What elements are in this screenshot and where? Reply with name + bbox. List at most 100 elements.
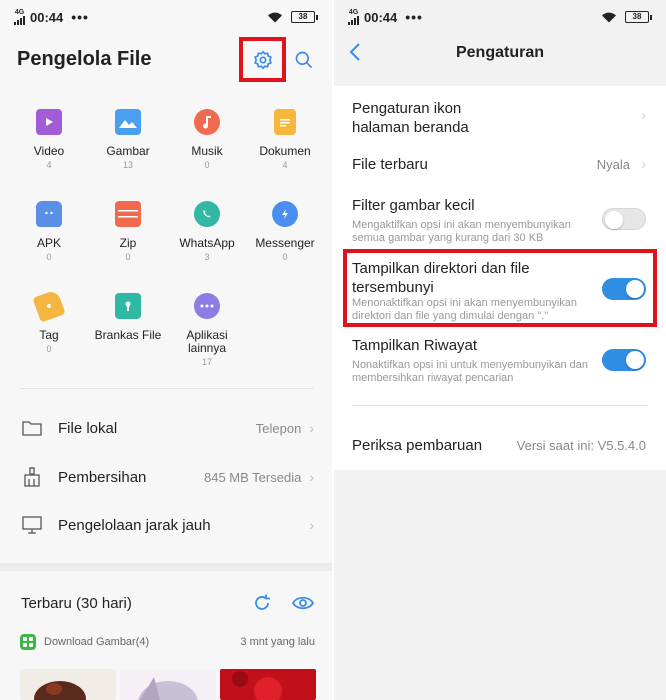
recent-item-time: 3 mnt yang lalu <box>240 636 315 648</box>
category-label: WhatsApp <box>179 236 235 250</box>
highlight-annotation <box>343 249 657 327</box>
category-zip[interactable]: Zip 0 <box>88 201 168 262</box>
category-label: Gambar <box>106 144 150 158</box>
safe-icon <box>115 293 141 319</box>
setting-show-history: Tampilkan Riwayat Nonaktifkan opsi ini u… <box>334 332 666 394</box>
category-safe[interactable]: Brankas File <box>88 293 168 342</box>
setting-label: Periksa pembaruan <box>352 437 483 454</box>
nav-remote-management[interactable]: Pengelolaan jarak jauh › <box>0 505 332 545</box>
category-video[interactable]: Video 4 <box>9 109 89 170</box>
category-label: Brankas File <box>94 328 162 342</box>
divider <box>20 388 314 389</box>
setting-label: Filter gambar kecil <box>352 197 475 214</box>
setting-description: Nonaktifkan opsi ini untuk menyembunyika… <box>352 359 589 384</box>
battery-icon: 38 <box>625 11 652 23</box>
nav-value: 845 MB Tersedia <box>204 469 302 485</box>
page-title: Pengelola File <box>17 48 152 70</box>
nav-local-files[interactable]: File lokal Telepon › <box>0 408 332 448</box>
chevron-right-icon: › <box>309 420 314 436</box>
eye-icon <box>291 596 315 610</box>
refresh-icon <box>255 594 270 610</box>
tag-icon <box>32 289 66 323</box>
category-count: 0 <box>46 252 52 262</box>
refresh-button[interactable] <box>252 593 272 618</box>
screenshot-root: 4G 00:44 ••• 38 Pengelola File Video 4 G… <box>0 0 666 700</box>
section-gap <box>0 563 332 571</box>
image-icon <box>115 109 141 135</box>
category-count: 0 <box>125 252 131 262</box>
setting-small-image-filter: Filter gambar kecil Mengaktifkan opsi in… <box>334 186 666 248</box>
show-history-toggle[interactable] <box>602 349 646 371</box>
network-type: 4G <box>14 9 25 16</box>
category-label: Aplikasi lainnya <box>186 328 228 355</box>
category-apk[interactable]: APK 0 <box>9 201 89 262</box>
setting-description: Mengaktifkan opsi ini akan menyembunyika… <box>352 219 571 244</box>
nav-label: File lokal <box>58 419 118 437</box>
settings-button[interactable] <box>239 37 286 82</box>
category-label: Video <box>33 144 65 158</box>
category-music[interactable]: Musik 0 <box>167 109 247 170</box>
battery-icon: 38 <box>291 11 318 23</box>
thumbnail-3[interactable] <box>220 669 316 700</box>
category-label: Musik <box>191 144 223 158</box>
network-type: 4G <box>348 9 359 16</box>
battery-level: 38 <box>291 11 315 23</box>
category-more-apps[interactable]: Aplikasi lainnya 17 <box>167 293 247 367</box>
category-count: 0 <box>282 252 288 262</box>
signal-icon: 4G <box>14 9 25 25</box>
chevron-right-icon: › <box>641 107 646 123</box>
category-count: 4 <box>282 160 288 170</box>
status-bar: 4G 00:44 ••• 38 <box>334 0 666 34</box>
thumbnail-2[interactable] <box>120 669 216 700</box>
recent-title: Terbaru (30 hari) <box>21 595 132 612</box>
nav-label: Pengelolaan jarak jauh <box>58 516 211 534</box>
status-time: 00:44 <box>364 9 398 25</box>
folder-icon <box>22 418 42 438</box>
nav-label: Pembersihan <box>58 468 147 486</box>
setting-check-update[interactable]: Periksa pembaruan Versi saat ini: V5.5.4… <box>334 426 666 466</box>
recent-item[interactable]: Download Gambar(4) 3 mnt yang lalu <box>20 634 315 650</box>
grid-app-icon <box>20 634 36 650</box>
setting-value: Versi saat ini: V5.5.4.0 <box>516 438 646 453</box>
visibility-button[interactable] <box>291 595 315 616</box>
category-count: 0 <box>204 160 210 170</box>
setting-label: File terbaru <box>352 156 428 173</box>
category-documents[interactable]: Dokumen 4 <box>245 109 325 170</box>
signal-icon: 4G <box>348 9 359 25</box>
category-label: Messenger <box>255 236 315 250</box>
search-icon <box>295 51 313 69</box>
category-count: 4 <box>46 160 52 170</box>
small-image-filter-toggle[interactable] <box>602 208 646 230</box>
chevron-right-icon: › <box>309 469 314 485</box>
settings-screen: 4G 00:44 ••• 38 Pengaturan Pengaturan ik… <box>334 0 666 700</box>
wifi-icon <box>268 12 282 23</box>
notification-dots: ••• <box>405 9 423 25</box>
music-icon <box>194 109 220 135</box>
setting-recent-files[interactable]: File terbaru Nyala › <box>334 144 666 184</box>
status-bar: 4G 00:44 ••• 38 <box>0 0 332 34</box>
battery-level: 38 <box>625 11 649 23</box>
chevron-right-icon: › <box>309 517 314 533</box>
nav-cleanup[interactable]: Pembersihan 845 MB Tersedia › <box>0 457 332 497</box>
category-whatsapp[interactable]: WhatsApp 3 <box>167 201 247 262</box>
category-images[interactable]: Gambar 13 <box>88 109 168 170</box>
divider <box>352 405 648 406</box>
category-tag[interactable]: Tag 0 <box>9 289 89 354</box>
setting-label: Pengaturan ikon halaman beranda <box>352 100 469 136</box>
more-apps-icon <box>194 293 220 319</box>
category-label: Tag <box>39 328 59 342</box>
broom-icon <box>22 467 42 487</box>
setting-home-icons[interactable]: Pengaturan ikon halaman beranda › <box>334 86 666 144</box>
category-count: 17 <box>201 357 212 367</box>
document-icon <box>274 109 296 135</box>
search-button[interactable] <box>292 48 316 72</box>
thumbnail-1[interactable] <box>20 669 116 700</box>
category-count: 3 <box>204 252 210 262</box>
status-time: 00:44 <box>30 9 64 25</box>
notification-dots: ••• <box>71 9 89 25</box>
recent-item-label: Download Gambar(4) <box>44 636 150 648</box>
chevron-right-icon: › <box>641 156 646 172</box>
messenger-icon <box>272 201 298 227</box>
wifi-icon <box>602 12 616 23</box>
category-messenger[interactable]: Messenger 0 <box>245 201 325 262</box>
